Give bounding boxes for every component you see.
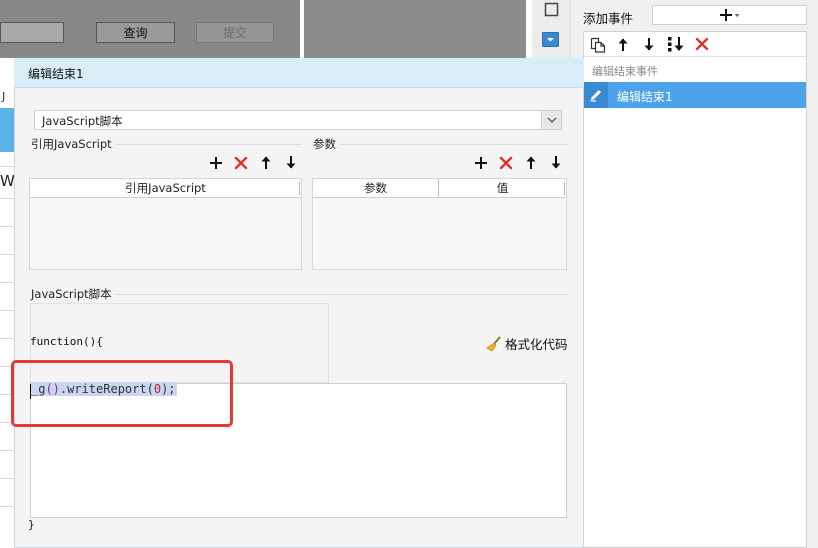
plus-icon <box>719 8 741 22</box>
params-column-header-value: 值 <box>439 179 566 198</box>
script-section-label: JavaScript脚本 <box>31 286 116 302</box>
delete-icon[interactable] <box>695 37 709 51</box>
add-event-dropdown[interactable] <box>652 5 807 25</box>
query-button: 查询 <box>96 22 175 43</box>
params-down-icon[interactable] <box>550 155 562 170</box>
params-up-icon[interactable] <box>525 155 537 170</box>
arrow-down-icon[interactable] <box>643 37 655 52</box>
submit-button: 提交 <box>196 22 274 43</box>
params-section-label: 参数 <box>313 136 340 152</box>
pencil-icon <box>584 82 608 108</box>
background-cell-text: J <box>2 90 6 103</box>
event-toolbar <box>584 32 806 57</box>
format-code-label: 格式化代码 <box>505 337 568 352</box>
broom-icon <box>486 335 502 352</box>
function-open-text: function(){ <box>30 335 103 348</box>
ref-js-table[interactable]: 引用JavaScript <box>29 178 302 270</box>
section-divider <box>312 144 568 145</box>
params-add-icon[interactable] <box>474 156 488 170</box>
event-type-select-value: JavaScript脚本 <box>42 114 123 128</box>
background-input <box>0 22 64 43</box>
params-table[interactable]: 参数 值 <box>312 178 567 270</box>
red-annotation-box <box>11 360 233 427</box>
ref-js-delete-icon[interactable] <box>234 156 248 170</box>
params-delete-icon[interactable] <box>499 156 513 170</box>
background-form-strip <box>304 0 526 58</box>
ref-js-up-icon[interactable] <box>260 155 272 170</box>
ref-js-column-header: 引用JavaScript <box>30 179 301 198</box>
event-list-item-label: 编辑结束1 <box>617 90 673 104</box>
ref-js-section-label: 引用JavaScript <box>31 136 116 152</box>
side-tool-strip <box>532 0 570 58</box>
background-highlighted-cell <box>0 108 14 152</box>
ref-js-column-label: 引用JavaScript <box>125 181 206 195</box>
params-column-label: 参数 <box>364 181 387 195</box>
move-to-bottom-icon[interactable] <box>667 36 685 53</box>
params-column-label: 值 <box>496 181 509 195</box>
ref-js-add-icon[interactable] <box>209 156 223 170</box>
dropdown-widget-icon[interactable] <box>542 32 559 47</box>
event-list-box <box>583 31 807 548</box>
params-column-header-name: 参数 <box>313 179 439 198</box>
dialog-header <box>14 58 584 88</box>
format-code-button[interactable]: 格式化代码 <box>486 334 568 353</box>
arrow-up-icon[interactable] <box>617 37 629 52</box>
column-divider <box>299 182 300 195</box>
add-event-label: 添加事件 <box>583 11 634 26</box>
frame-icon[interactable] <box>544 2 559 17</box>
ref-js-down-icon[interactable] <box>285 155 297 170</box>
event-category-label: 编辑结束事件 <box>592 65 658 78</box>
chevron-down-icon[interactable] <box>541 111 561 129</box>
copy-icon[interactable] <box>590 37 606 53</box>
dialog-title: 编辑结束1 <box>28 67 84 81</box>
column-divider <box>564 182 565 195</box>
function-close-text: } <box>28 518 35 531</box>
